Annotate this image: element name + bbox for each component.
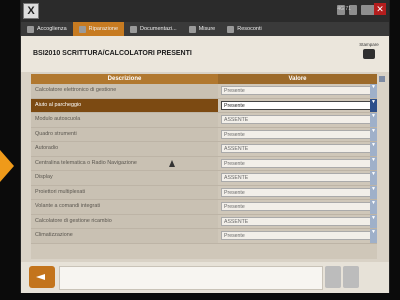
row-value-cell: ASSENTE ▼ xyxy=(218,113,377,127)
bottom-toolbar xyxy=(21,262,389,293)
value-dropdown[interactable]: ASSENTE xyxy=(221,173,375,182)
gauge-icon xyxy=(188,25,196,33)
chevron-down-icon[interactable]: ▼ xyxy=(370,98,377,112)
app-window: X 4G 71 ✕ Accoglienza Riparazione Docume… xyxy=(20,0,390,293)
row-value-cell: ASSENTE ▼ xyxy=(218,142,377,156)
row-description: Aiuto al parcheggio xyxy=(31,98,218,112)
tab-misure[interactable]: Misure xyxy=(183,22,222,36)
row-value-cell: Presente ▼ xyxy=(218,98,377,112)
mouse-cursor-icon xyxy=(169,160,175,167)
row-description: Proiettori multiplexati xyxy=(31,185,218,199)
page-header: BSI2010 SCRITTURA/CALCOLATORI PRESENTI S… xyxy=(21,36,389,72)
column-header-value: Valore xyxy=(288,76,307,82)
row-description: Climatizzazione xyxy=(31,229,218,243)
app-logo-icon: X xyxy=(23,3,39,19)
wrench-icon xyxy=(78,25,86,33)
tab-riparazione[interactable]: Riparazione xyxy=(72,22,125,36)
row-description: Calcolatore elettronico di gestione xyxy=(31,84,218,98)
value-dropdown[interactable]: ASSENTE xyxy=(221,144,375,153)
home-icon xyxy=(27,25,34,33)
row-description: Display xyxy=(31,171,218,185)
back-button[interactable] xyxy=(29,266,55,288)
chevron-down-icon[interactable]: ▼ xyxy=(370,142,377,156)
table-row[interactable]: Calcolatore di gestione ricambio ASSENTE ▼ xyxy=(31,214,377,229)
row-description: Modulo autoscuola xyxy=(31,113,218,127)
chevron-down-icon[interactable]: ▼ xyxy=(370,185,377,199)
value-dropdown[interactable]: Presente xyxy=(221,158,375,168)
value-dropdown[interactable]: Presente xyxy=(221,187,375,197)
table-header: Descrizione Valore xyxy=(31,74,377,84)
pen-button[interactable] xyxy=(325,266,341,288)
row-value-cell: Presente ▼ xyxy=(218,185,377,199)
orange-arrow-icon xyxy=(0,150,14,182)
chevron-down-icon[interactable]: ▼ xyxy=(370,171,377,185)
tab-documentazione[interactable]: Documentazi... xyxy=(124,22,183,36)
row-value-cell: Presente ▼ xyxy=(218,200,377,214)
row-value-cell: ASSENTE ▼ xyxy=(218,214,377,228)
tab-accoglienza[interactable]: Accoglienza xyxy=(21,22,73,36)
chevron-down-icon[interactable]: ▼ xyxy=(370,156,377,170)
document-icon xyxy=(130,25,138,33)
table-body: Calcolatore elettronico di gestione Prese… xyxy=(31,84,377,244)
value-dropdown[interactable]: Presente xyxy=(221,100,375,110)
chevron-down-icon[interactable]: ▼ xyxy=(370,229,377,243)
value-dropdown[interactable]: Presente xyxy=(221,231,375,240)
value-dropdown[interactable]: ASSENTE xyxy=(221,115,375,124)
chevron-down-icon[interactable]: ▼ xyxy=(370,84,377,98)
row-description: Volante a comandi integrati xyxy=(31,200,218,214)
row-value-cell: Presente ▼ xyxy=(218,156,377,170)
print-label: Stampare xyxy=(359,42,379,47)
help-button[interactable] xyxy=(343,266,359,288)
main-tabs: Accoglienza Riparazione Documentazi... M… xyxy=(21,22,389,36)
row-description: Autoradio xyxy=(31,142,218,156)
chevron-down-icon[interactable]: ▼ xyxy=(370,214,377,228)
table-row[interactable]: Proiettori multiplexati Presente ▼ xyxy=(31,185,377,200)
table-row[interactable]: Volante a comandi integrati Presente ▼ xyxy=(31,200,377,215)
row-value-cell: Presente ▼ xyxy=(218,229,377,243)
tab-label: Misure xyxy=(198,26,216,32)
tab-label: Accoglienza xyxy=(37,26,67,32)
chevron-down-icon[interactable]: ▼ xyxy=(370,113,377,127)
table-row[interactable]: Climatizzazione Presente ▼ xyxy=(31,229,377,244)
close-icon[interactable]: ✕ xyxy=(374,3,386,15)
table-row[interactable]: Aiuto al parcheggio Presente ▼ xyxy=(31,98,377,113)
value-dropdown[interactable]: Presente xyxy=(221,129,375,139)
value-dropdown[interactable]: Presente xyxy=(221,202,375,211)
scroll-up-button[interactable] xyxy=(379,76,385,82)
table-row[interactable]: Calcolatore elettronico di gestione Prese… xyxy=(31,84,377,99)
row-description: Centralina telematica o Radio Navigazion… xyxy=(31,156,218,170)
row-value-cell: ASSENTE ▼ xyxy=(218,171,377,185)
status-text: 4G 71 xyxy=(337,6,351,12)
calculator-table: Descrizione Valore Calcolatore elettroni… xyxy=(31,74,377,259)
table-row[interactable]: Autoradio ASSENTE ▼ xyxy=(31,142,377,157)
chevron-down-icon[interactable]: ▼ xyxy=(370,200,377,214)
table-row[interactable]: Quadro strumenti Presente ▼ xyxy=(31,127,377,142)
top-status-bar: X 4G 71 ✕ xyxy=(21,0,389,22)
chevron-down-icon[interactable]: ▼ xyxy=(370,127,377,141)
value-dropdown[interactable]: Presente xyxy=(221,86,375,95)
report-icon xyxy=(227,25,235,33)
value-dropdown[interactable]: ASSENTE xyxy=(221,216,375,226)
signal-icon xyxy=(361,5,375,15)
tab-resoconti[interactable]: Resoconti xyxy=(221,22,267,36)
table-row[interactable]: Display ASSENTE ▼ xyxy=(31,171,377,186)
table-row[interactable]: Centralina telematica o Radio Navigazion… xyxy=(31,156,377,171)
row-value-cell: Presente ▼ xyxy=(218,127,377,141)
message-area xyxy=(59,266,323,290)
table-row[interactable]: Modulo autoscuola ASSENTE ▼ xyxy=(31,113,377,128)
row-value-cell: Presente ▼ xyxy=(218,84,377,98)
printer-icon xyxy=(363,49,375,59)
tab-label: Riparazione xyxy=(88,26,119,32)
row-description: Calcolatore di gestione ricambio xyxy=(31,214,218,228)
tab-label: Resoconti xyxy=(237,26,262,32)
row-description: Quadro strumenti xyxy=(31,127,218,141)
column-header-description: Descrizione xyxy=(31,74,218,84)
page-title: BSI2010 SCRITTURA/CALCOLATORI PRESENTI xyxy=(33,50,192,57)
print-button[interactable]: Stampare xyxy=(357,42,381,64)
tab-label: Documentazi... xyxy=(140,26,177,32)
